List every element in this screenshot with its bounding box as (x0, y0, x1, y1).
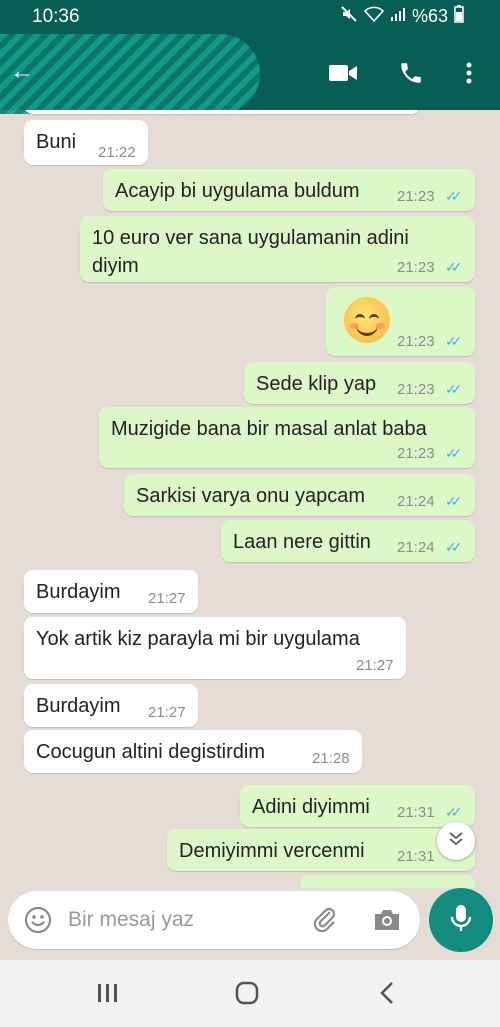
message-time: 21:24 (397, 539, 435, 556)
read-ticks-icon: ✓✓ (445, 333, 463, 349)
attach-icon[interactable] (311, 906, 339, 939)
message-bubble-outgoing[interactable]: 21:23 ✓✓ (326, 287, 475, 356)
message-text: Laan nere gittin (233, 531, 371, 553)
message-bubble-incoming[interactable]: Buni 21:22 (24, 120, 148, 165)
message-time: 21:31 (397, 848, 435, 865)
system-nav-bar (0, 960, 500, 1027)
scroll-down-icon (447, 830, 465, 853)
read-ticks-icon: ✓✓ (445, 259, 463, 275)
message-text: Sarkisi varya onu yapcam (136, 485, 365, 507)
message-bubble-outgoing[interactable]: Laan nere gittin 21:24 ✓✓ (221, 520, 475, 562)
message-bubble-outgoing[interactable]: Muzigide bana bir masal anlat baba 21:23… (99, 407, 475, 468)
signal-icon (390, 6, 406, 27)
message-bubble-outgoing[interactable]: Adini diyimmi 21:31 ✓✓ (240, 785, 475, 827)
back-arrow-icon[interactable]: ← (10, 58, 34, 86)
message-bubble-outgoing[interactable]: Sede klip yap 21:23 ✓✓ (244, 362, 475, 404)
message-bubble-incoming[interactable]: Cocugun altini degistirdim 21:28 (24, 730, 362, 773)
message-text: Cocugun altini degistirdim (36, 741, 266, 763)
message-bubble-outgoing[interactable]: Acayip bi uygulama buldum 21:23 ✓✓ (103, 169, 475, 211)
battery-percent: %63 (411, 6, 448, 26)
message-time: 21:23 (397, 445, 435, 462)
status-icons: %63 (340, 5, 464, 28)
message-text: Yok artik kiz parayla mi bir uygulama (36, 628, 360, 650)
camera-icon[interactable] (372, 907, 402, 938)
message-text: 10 euro ver sana uygulamanin adini diyim (92, 227, 409, 277)
read-ticks-icon: ✓✓ (445, 493, 463, 509)
nav-home-icon[interactable] (227, 978, 267, 1008)
phone-icon[interactable] (394, 56, 428, 90)
message-bubble-incoming[interactable]: Burdayim 21:27 (24, 684, 198, 727)
message-text: Acayip bi uygulama buldum (115, 180, 360, 202)
message-composer[interactable]: Bir mesaj yaz (8, 891, 420, 949)
video-call-icon[interactable] (326, 56, 360, 90)
scroll-down-button[interactable] (437, 822, 475, 860)
message-list[interactable]: Buni 21:22 Acayip bi uygulama buldum 21:… (0, 110, 500, 888)
message-bubble-partial (24, 110, 420, 114)
message-bubble-outgoing[interactable]: Sarkisi varya onu yapcam 21:24 ✓✓ (124, 474, 475, 516)
message-text: Sede klip yap (256, 373, 377, 395)
message-time: 21:31 (397, 804, 435, 821)
mute-icon (340, 5, 358, 28)
read-ticks-icon: ✓✓ (445, 381, 463, 397)
battery-icon (454, 5, 464, 28)
message-bubble-incoming[interactable]: Burdayim 21:27 (24, 570, 198, 613)
redacted-contact-scribble (0, 34, 260, 114)
message-time: 21:23 (397, 333, 435, 350)
read-ticks-icon: ✓✓ (445, 539, 463, 555)
more-icon[interactable] (452, 56, 486, 90)
message-time: 21:23 (397, 381, 435, 398)
message-time: 21:22 (98, 144, 136, 161)
read-ticks-icon: ✓✓ (445, 804, 463, 820)
message-text: Burdayim (36, 581, 121, 603)
message-time: 21:28 (312, 750, 350, 767)
message-bubble-outgoing[interactable]: 10 euro ver sana uygulamanin adini diyim… (80, 216, 475, 282)
mic-button[interactable] (429, 888, 493, 952)
nav-recents-icon[interactable] (88, 978, 128, 1008)
message-bubble-incoming[interactable]: Yok artik kiz parayla mi bir uygulama 21… (24, 617, 406, 679)
message-time: 21:27 (148, 590, 186, 607)
message-text: Muzigide bana bir masal anlat baba (111, 418, 427, 440)
message-time: 21:27 (148, 704, 186, 721)
mic-icon (449, 903, 473, 938)
message-time: 21:27 (356, 657, 394, 674)
read-ticks-icon: ✓✓ (445, 188, 463, 204)
status-time: 10:36 (32, 6, 80, 27)
wifi-icon (363, 6, 385, 27)
emoji-icon[interactable] (24, 906, 52, 939)
nav-back-icon[interactable] (367, 978, 407, 1008)
message-time: 21:23 (397, 259, 435, 276)
message-text: Buni (36, 131, 77, 153)
message-time: 21:24 (397, 493, 435, 510)
message-text: Demiyimmi vercenmi (179, 840, 365, 862)
smiling-face-emoji-icon (344, 297, 390, 343)
chat-header: ← (0, 34, 500, 114)
message-text: Adini diyimmi (252, 796, 370, 818)
message-text: Burdayim (36, 695, 121, 717)
message-time: 21:23 (397, 188, 435, 205)
message-bubble-outgoing[interactable]: Demiyimmi vercenmi 21:31 (167, 829, 475, 871)
status-bar: 10:36 %63 (0, 0, 500, 34)
read-ticks-icon: ✓✓ (445, 445, 463, 461)
message-bubble-partial (300, 875, 475, 888)
message-input[interactable]: Bir mesaj yaz (68, 908, 194, 932)
